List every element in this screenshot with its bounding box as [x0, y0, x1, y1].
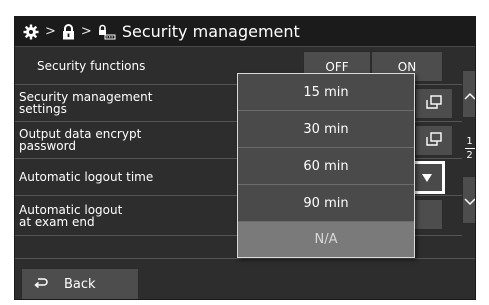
- back-label: Back: [64, 277, 96, 292]
- dropdown-option-disabled: N/A: [238, 222, 414, 257]
- automatic-logout-time-label: Automatic logout time: [19, 170, 154, 184]
- breadcrumb: > > Security management: [15, 17, 475, 47]
- dropdown-option[interactable]: 30 min: [238, 111, 414, 148]
- footer-bar: Back: [15, 258, 475, 299]
- gear-icon[interactable]: [23, 24, 39, 40]
- automatic-logout-exam-end-label: Automatic logout at exam end: [15, 204, 235, 228]
- scroll-down-button[interactable]: [462, 176, 475, 224]
- dropdown-option[interactable]: 60 min: [238, 148, 414, 185]
- security-management-screen: > > Security management Security functio…: [14, 16, 476, 300]
- return-arrow-icon: [34, 277, 64, 293]
- total-pages: 2: [466, 149, 473, 161]
- label-line: password: [19, 139, 76, 153]
- scroll-up-button[interactable]: [462, 70, 475, 118]
- triangle-down-icon: [421, 168, 433, 187]
- window-open-icon: [426, 94, 442, 113]
- current-page: 1: [466, 135, 473, 147]
- page-scroller: 1 2: [462, 48, 475, 256]
- security-settings-open-button[interactable]: [415, 88, 453, 119]
- dropdown-option-selected[interactable]: 90 min: [238, 185, 414, 222]
- chevron-up-icon: [463, 85, 475, 104]
- page-title: Security management: [121, 22, 300, 41]
- back-button[interactable]: Back: [21, 268, 139, 299]
- dropdown-option[interactable]: 15 min: [238, 74, 414, 111]
- breadcrumb-separator: >: [80, 24, 92, 39]
- label-line: settings: [19, 102, 67, 116]
- label-line: at exam end: [19, 214, 95, 229]
- output-data-encrypt-password-label: Output data encrypt password: [15, 128, 235, 152]
- encrypt-password-open-button[interactable]: [415, 125, 453, 156]
- lock-icon[interactable]: [62, 23, 75, 40]
- window-open-icon: [426, 131, 442, 150]
- security-functions-label: Security functions: [37, 59, 146, 73]
- security-management-settings-label: Security management settings: [15, 91, 235, 115]
- lock-keyboard-icon: [98, 24, 116, 40]
- logout-time-dropdown-list: 15 min 30 min 60 min 90 min N/A: [237, 73, 415, 258]
- page-indicator: 1 2: [462, 128, 475, 168]
- breadcrumb-separator: >: [45, 24, 56, 39]
- page-divider: [464, 147, 475, 149]
- chevron-down-icon: [463, 191, 475, 210]
